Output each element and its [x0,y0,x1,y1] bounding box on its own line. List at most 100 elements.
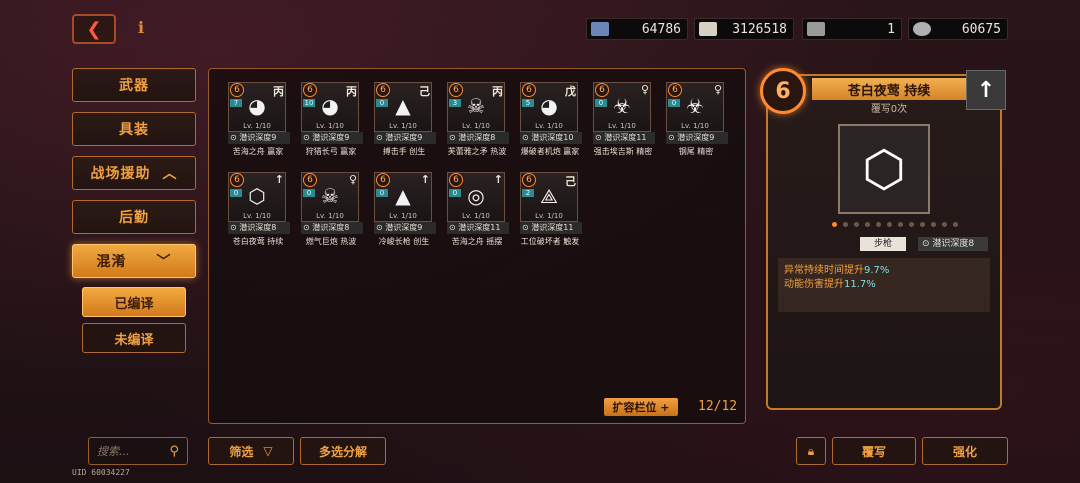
chip-card[interactable]: 6 0 己 ▲ Lv. 1/10 ⊙ 潜识深度9 搏击手 创生 [374,82,436,166]
category-battle-support[interactable]: 战场援助 ︿ [72,156,196,190]
chip-name: 爆破者机炮 赢家 [520,147,580,156]
lock-icon: ⊙ [376,223,386,232]
sub-compiled[interactable]: 已编译 [82,287,186,317]
level-text: Lv. 1/10 [243,212,271,220]
tier-badge: 6 [376,173,390,187]
lock-icon: ⊙ [595,133,605,142]
chip-name: 搏击手 创生 [382,147,426,156]
level-text: Lv. 1/10 [316,122,344,130]
search-input[interactable]: 搜索... ⚲ [88,437,188,465]
detail-rank-icon: ↑ [966,70,1006,110]
lock-icon: ⊙ [522,223,532,232]
level-badge: 0 [449,189,461,197]
category-weapon-label: 武器 [119,78,149,94]
level-badge: 3 [449,99,461,107]
resource-cube: 64786 [586,18,688,40]
chip-emblem-icon: ⬡ [248,184,266,208]
category-armor-label: 具装 [119,122,149,138]
chip-emblem-icon: ◕ [540,94,558,118]
rank-icon: ↑ [420,173,430,186]
lock-icon: ⊙ [376,133,386,142]
level-text: Lv. 1/10 [316,212,344,220]
tier-badge: 6 [522,83,536,97]
chip-card[interactable]: 6 0 ♀ ☣ Lv. 1/10 ⊙ 潜识深度11 强击埃吉斯 精密 [593,82,655,166]
level-text: Lv. 1/10 [462,122,490,130]
level-text: Lv. 1/10 [681,122,709,130]
level-badge: 0 [230,189,242,197]
resource-banknote: 3126518 [694,18,794,40]
page-dot [832,222,837,227]
chip-card[interactable]: 6 0 ↑ ▲ Lv. 1/10 ⊙ 潜识深度9 冷峻长枪 创生 [374,172,436,256]
sub-compiled-label: 已编译 [114,296,154,312]
chip-emblem-icon: ▲ [395,184,411,208]
category-logistics[interactable]: 后勤 [72,200,196,234]
chip-card[interactable]: 6 7 丙 ◕ Lv. 1/10 ⊙ 潜识深度9 苦海之舟 赢家 [228,82,290,166]
depth-text: 潜识深度9 [239,133,277,142]
multi-dismantle-label: 多选分解 [318,444,367,459]
tier-badge: 6 [376,83,390,97]
detail-title: 苍白夜莺 持续 [812,78,966,100]
info-icon[interactable]: i [138,18,144,37]
depth-label: ⊙ 潜识深度8 [301,222,363,234]
slot-count: 12/12 [698,399,738,414]
user-id: UID 60034227 [72,468,130,477]
chip-card[interactable]: 6 10 丙 ◕ Lv. 1/10 ⊙ 潜识深度9 狩猎长弓 赢家 [301,82,363,166]
chip-name: 苦海之舟 赢家 [232,147,284,156]
weapon-type-tag: 步枪 [860,237,906,251]
chip-card[interactable]: 6 0 ♀ ☠ Lv. 1/10 ⊙ 潜识深度8 燃气巨炮 热波 [301,172,363,256]
chip-emblem-icon: ☠ [467,94,485,118]
category-obfuscation[interactable]: 混淆 ﹀ [72,244,196,278]
lock-icon: ⊙ [668,133,678,142]
depth-label: ⊙ 潜识深度8 [447,132,509,144]
chip-card[interactable]: 6 2 己 ⟁ Lv. 1/10 ⊙ 潜识深度11 工位破坏者 触发 [520,172,582,256]
lock-icon: ⊙ [522,133,532,142]
category-armor[interactable]: 具装 [72,112,196,146]
chip-emblem-icon: ⟁ [540,184,558,208]
page-dot [931,222,936,227]
chip-name: 冷峻长枪 创生 [378,237,430,246]
lock-button[interactable]: 🔒︎ [796,437,826,465]
multi-dismantle-button[interactable]: 多选分解 [300,437,386,465]
lock-icon: ⊙ [449,223,459,232]
chip-card[interactable]: 6 0 ↑ ⬡ Lv. 1/10 ⊙ 潜识深度8 苍白夜莺 持续 [228,172,290,256]
overwrite-button[interactable]: 覆写 [832,437,916,465]
chip-card[interactable]: 6 0 ♀ ☣ Lv. 1/10 ⊙ 潜识深度9 钢尾 精密 [666,82,728,166]
depth-label: ⊙ 潜识深度9 [666,132,728,144]
lock-icon: 🔒︎ [807,443,815,458]
page-dot [854,222,859,227]
funnel-icon: ▽ [263,444,273,458]
page-dot [843,222,848,227]
depth-label: ⊙ 潜识深度11 [593,132,655,144]
tier-badge: 6 [303,173,317,187]
tier-badge: 6 [449,173,463,187]
sub-uncompiled[interactable]: 未编译 [82,323,186,353]
rank-icon: 丙 [273,85,284,98]
lock-icon: ⊙ [449,133,459,142]
level-text: Lv. 1/10 [608,122,636,130]
expand-slots-button[interactable]: 扩容栏位 + [604,398,678,416]
page-dot [887,222,892,227]
level-badge: 5 [522,99,534,107]
depth-text: 潜识深度9 [677,133,715,142]
sub-uncompiled-label: 未编译 [114,332,154,348]
strengthen-button[interactable]: 强化 [922,437,1008,465]
chip-card[interactable]: 6 5 戊 ◕ Lv. 1/10 ⊙ 潜识深度10 爆破者机炮 赢家 [520,82,582,166]
rank-icon: ♀ [640,83,649,96]
page-dot [942,222,947,227]
chip-name: 芙蕾雅之矛 热波 [447,147,507,156]
chip-name: 工位破坏者 触发 [520,237,580,246]
level-text: Lv. 1/10 [535,212,563,220]
chip-emblem-icon: ☣ [686,94,704,118]
chip-card[interactable]: 6 0 ↑ ◎ Lv. 1/10 ⊙ 潜识深度11 苦海之舟 摇摆 [447,172,509,256]
effects-box: 异常持续时间提升9.7% 动能伤害提升11.7% [778,258,990,312]
level-badge: 0 [668,99,680,107]
level-badge: 0 [595,99,607,107]
detail-emblem-icon: ⬡ [838,124,930,214]
category-weapon[interactable]: 武器 [72,68,196,102]
rank-icon: 己 [419,85,430,98]
lock-icon: ⊙ [922,239,930,249]
filter-button[interactable]: 筛选 ▽ [208,437,294,465]
back-button[interactable]: ❮ [72,14,116,44]
chip-card[interactable]: 6 3 丙 ☠ Lv. 1/10 ⊙ 潜识深度8 芙蕾雅之矛 热波 [447,82,509,166]
filter-label: 筛选 [229,444,254,459]
